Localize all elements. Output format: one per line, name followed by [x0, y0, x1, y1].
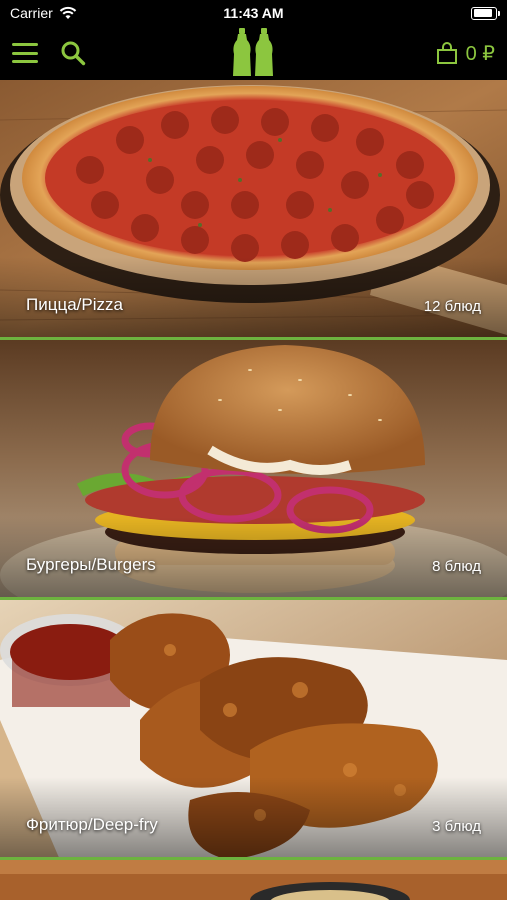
category-count: 3 блюд: [432, 818, 481, 835]
category-list[interactable]: Пицца/Pizza 12 блюд Бургеры/Burgers 8 бл…: [0, 80, 507, 900]
cart-total: 0 ₽: [465, 42, 495, 65]
nav-left: [12, 40, 86, 66]
category-name: Пицца/Pizza: [26, 295, 123, 314]
hamburger-menu-icon[interactable]: [12, 43, 38, 63]
status-bar: Carrier 11:43 AM: [0, 0, 507, 26]
category-count: 8 блюд: [432, 558, 481, 575]
category-item-deep-fry[interactable]: Фритюр/Deep-fry 3 блюд: [0, 600, 507, 860]
partially-visible-dish-photo: [0, 860, 507, 900]
battery-icon: [471, 6, 500, 20]
battery-level: [473, 9, 493, 17]
nav-bar: 0 ₽: [0, 26, 507, 80]
category-item-pizza[interactable]: Пицца/Pizza 12 блюд: [0, 80, 507, 340]
category-item-burgers[interactable]: Бургеры/Burgers 8 блюд: [0, 340, 507, 600]
category-name: Бургеры/Burgers: [26, 555, 156, 574]
status-left: Carrier: [10, 5, 77, 21]
carrier-label: Carrier: [10, 5, 53, 21]
wifi-icon: [59, 6, 76, 19]
cart-button[interactable]: 0 ₽: [436, 41, 495, 66]
category-name: Фритюр/Deep-fry: [26, 815, 158, 834]
shopping-bag-icon: [436, 42, 457, 64]
category-item-partial[interactable]: [0, 860, 507, 900]
search-icon[interactable]: [60, 40, 86, 66]
category-count: 12 блюд: [423, 298, 481, 315]
salt-pepper-shakers-logo: [232, 28, 273, 76]
